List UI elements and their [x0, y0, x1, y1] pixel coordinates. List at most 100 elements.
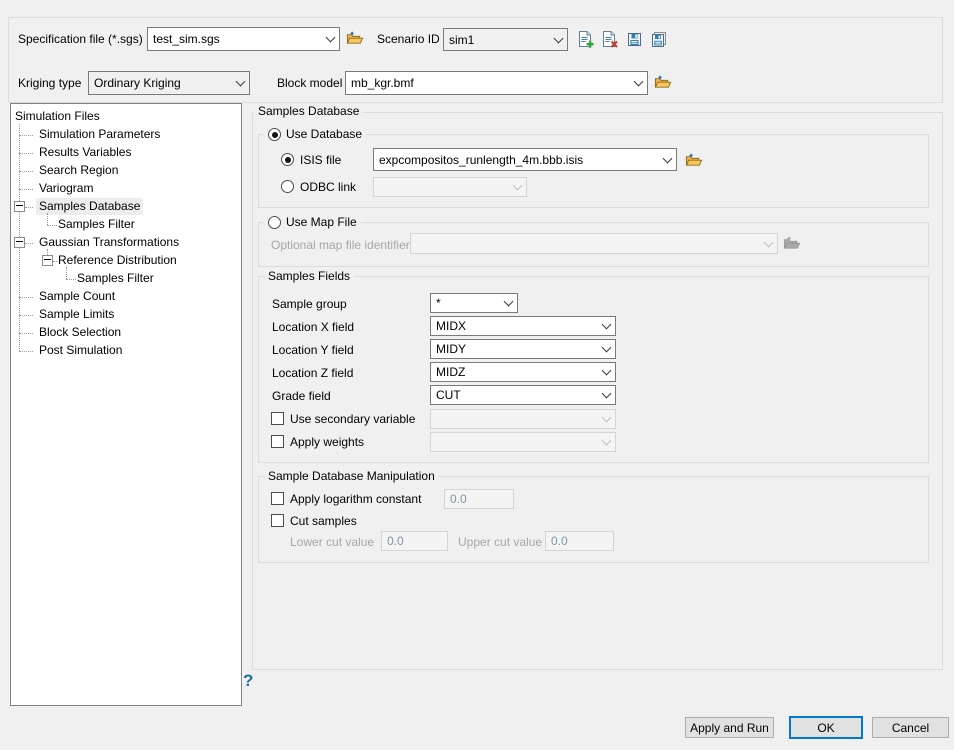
collapse-icon[interactable] [42, 255, 53, 266]
chevron-down-icon[interactable] [321, 28, 339, 50]
tree-item-sample-limits[interactable]: Sample Limits [11, 306, 241, 324]
tree-item-search-region[interactable]: Search Region [11, 162, 241, 180]
chevron-down-icon[interactable] [597, 340, 615, 358]
lower-cut-input[interactable]: 0.0 [381, 531, 448, 551]
tree-item-label[interactable]: Samples Database [36, 198, 143, 215]
tree-item-label[interactable]: Reference Distribution [55, 252, 180, 269]
new-scenario-button[interactable] [576, 30, 594, 48]
collapse-icon[interactable] [14, 201, 25, 212]
apply-logarithm-checkbox[interactable] [271, 492, 284, 505]
tree-item-simulation-files[interactable]: Simulation Files [11, 108, 241, 126]
manipulation-group-title: Sample Database Manipulation [264, 469, 439, 484]
tree-item-label[interactable]: Post Simulation [36, 342, 125, 359]
chevron-down-icon[interactable] [629, 72, 647, 94]
tree-item-label[interactable]: Samples Filter [55, 216, 138, 233]
tree-item-simulation-parameters[interactable]: Simulation Parameters [11, 126, 241, 144]
odbc-link-combobox[interactable] [373, 177, 527, 197]
lower-cut-label: Lower cut value [290, 535, 374, 549]
ok-button[interactable]: OK [789, 716, 863, 739]
apply-and-run-button[interactable]: Apply and Run [685, 717, 774, 738]
delete-scenario-button[interactable] [600, 30, 618, 48]
save-scenario-as-button[interactable] [649, 30, 667, 48]
browse-specification-button[interactable] [346, 29, 364, 47]
apply-logarithm-label: Apply logarithm constant [290, 492, 421, 506]
sample-group-label: Sample group [272, 297, 347, 311]
tree-item-label[interactable]: Samples Filter [74, 270, 157, 287]
tree-item-variogram[interactable]: Variogram [11, 180, 241, 198]
logarithm-constant-input[interactable]: 0.0 [444, 489, 514, 509]
tree-item-results-variables[interactable]: Results Variables [11, 144, 241, 162]
specification-file-combobox[interactable]: test_sim.sgs [147, 27, 340, 51]
browse-block-model-button[interactable] [654, 73, 672, 91]
tree-item-label[interactable]: Results Variables [36, 144, 134, 161]
apply-weights-label: Apply weights [290, 435, 364, 449]
tree-item-sample-count[interactable]: Sample Count [11, 288, 241, 306]
use-secondary-variable-checkbox[interactable] [271, 412, 284, 425]
tree-item-samples-filter[interactable]: Samples Filter [11, 216, 241, 234]
use-database-radio[interactable] [268, 128, 281, 141]
sample-group-combobox[interactable]: * [430, 293, 518, 313]
weights-combobox[interactable] [430, 432, 616, 452]
block-model-combobox[interactable]: mb_kgr.bmf [345, 71, 648, 95]
location-z-combobox[interactable]: MIDZ [430, 362, 616, 382]
use-map-file-label: Use Map File [286, 215, 357, 230]
folder-open-icon [783, 235, 801, 251]
upper-cut-value: 0.0 [551, 534, 568, 548]
tree-item-label[interactable]: Search Region [36, 162, 121, 179]
upper-cut-input[interactable]: 0.0 [545, 531, 614, 551]
collapse-icon[interactable] [14, 237, 25, 248]
apply-weights-checkbox[interactable] [271, 435, 284, 448]
chevron-down-icon[interactable] [549, 29, 567, 50]
save-as-icon [650, 31, 667, 48]
specification-file-value: test_sim.sgs [148, 32, 321, 46]
cut-samples-checkbox[interactable] [271, 514, 284, 527]
sample-group-value: * [431, 296, 499, 310]
tree-item-label[interactable]: Block Selection [36, 324, 124, 341]
simulation-dialog: { "header": { "specification_label": "Sp… [0, 0, 954, 750]
tree-guide [25, 207, 33, 208]
help-button[interactable]: ? [243, 672, 253, 689]
folder-open-icon [685, 152, 703, 168]
browse-isis-file-button[interactable] [685, 151, 703, 169]
isis-file-radio[interactable] [281, 153, 294, 166]
chevron-down-icon[interactable] [658, 149, 676, 170]
tree-item-block-selection[interactable]: Block Selection [11, 324, 241, 342]
tree-item-label[interactable]: Sample Limits [36, 306, 117, 323]
isis-file-combobox[interactable]: expcompositos_runlength_4m.bbb.isis [373, 148, 677, 171]
kriging-type-combobox[interactable]: Ordinary Kriging [88, 71, 250, 95]
tree-item-label[interactable]: Gaussian Transformations [36, 234, 182, 251]
navigation-tree: Simulation Files Simulation Parameters R… [10, 103, 242, 706]
secondary-variable-combobox[interactable] [430, 409, 616, 429]
location-y-label: Location Y field [272, 343, 354, 357]
tree-item-samples-filter-nested[interactable]: Samples Filter [11, 270, 241, 288]
block-model-label: Block model [277, 76, 342, 90]
chevron-down-icon[interactable] [231, 72, 249, 94]
chevron-down-icon[interactable] [597, 386, 615, 404]
tree-item-label[interactable]: Sample Count [36, 288, 118, 305]
location-y-combobox[interactable]: MIDY [430, 339, 616, 359]
use-map-file-radio[interactable] [268, 216, 281, 229]
browse-map-file-button-disabled[interactable] [783, 234, 801, 252]
tree-item-label[interactable]: Simulation Files [12, 108, 103, 125]
save-scenario-button[interactable] [625, 30, 643, 48]
tree-item-post-simulation[interactable]: Post Simulation [11, 342, 241, 360]
location-x-combobox[interactable]: MIDX [430, 316, 616, 336]
tree-item-label[interactable]: Simulation Parameters [36, 126, 163, 143]
tree-item-label[interactable]: Variogram [36, 180, 96, 197]
samples-fields-group-title: Samples Fields [264, 269, 354, 284]
tree-item-samples-database[interactable]: Samples Database [11, 198, 241, 216]
location-z-label: Location Z field [272, 366, 353, 380]
optional-map-file-combobox[interactable] [410, 233, 778, 254]
cancel-button[interactable]: Cancel [872, 717, 949, 738]
chevron-down-icon[interactable] [597, 363, 615, 381]
tree-item-gaussian-transformations[interactable]: Gaussian Transformations [11, 234, 241, 252]
chevron-down-icon[interactable] [597, 317, 615, 335]
odbc-link-radio[interactable] [281, 180, 294, 193]
tree-item-reference-distribution[interactable]: Reference Distribution [11, 252, 241, 270]
chevron-down-icon [508, 178, 526, 196]
scenario-id-combobox[interactable]: sim1 [443, 28, 568, 51]
grade-field-combobox[interactable]: CUT [430, 385, 616, 405]
chevron-down-icon[interactable] [499, 294, 517, 312]
tree-guide-line [66, 267, 67, 279]
grade-field-value: CUT [431, 388, 597, 402]
